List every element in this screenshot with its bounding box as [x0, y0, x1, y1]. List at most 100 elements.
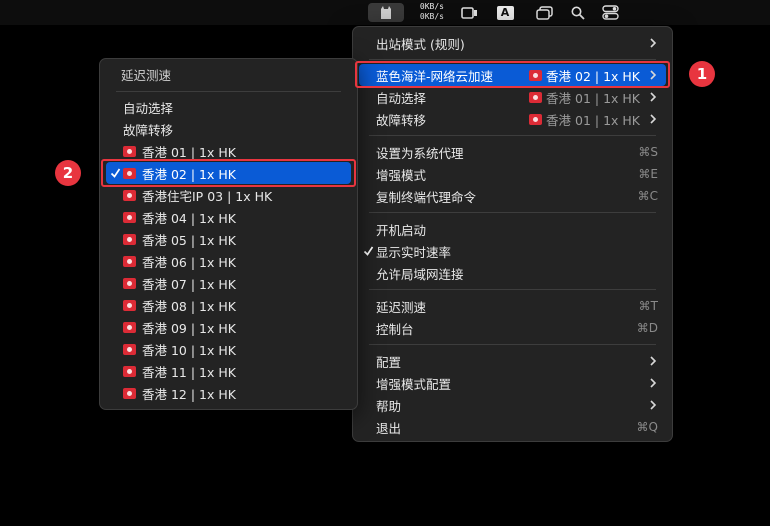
submenu-failover-label: 故障转移 [123, 122, 174, 138]
set-system-proxy-label: 设置为系统代理 [376, 145, 464, 161]
menu-item-outbound-mode[interactable]: 出站模式 (规则) [359, 32, 666, 54]
shortcut-text: ⌘Q [636, 420, 658, 434]
hk-flag-icon [123, 189, 136, 201]
separator [369, 59, 656, 60]
separator [369, 289, 656, 290]
proxy-node-label: 香港 05 | 1x HK [142, 232, 236, 248]
menu-item-quit[interactable]: 退出 ⌘Q [359, 416, 666, 438]
submenu-item-failover[interactable]: 故障转移 [106, 118, 351, 140]
proxy-node-submenu: 延迟测速 自动选择 故障转移 香港 01 | 1x HK 香港 02 | 1x H… [99, 58, 358, 410]
hk-flag-icon [123, 365, 136, 377]
hk-flag-icon [123, 233, 136, 245]
chevron-right-icon [650, 114, 657, 124]
annotation-box-1 [355, 61, 670, 88]
enhanced-mode-label: 增强模式 [376, 167, 427, 183]
hk-flag-icon [123, 299, 136, 311]
submenu-auto-select-label: 自动选择 [123, 100, 174, 116]
menu-item-config[interactable]: 配置 [359, 350, 666, 372]
menu-item-launch-at-login[interactable]: 开机启动 [359, 218, 666, 240]
proxy-node-label: 香港 11 | 1x HK [142, 364, 236, 380]
menu-item-copy-terminal-command[interactable]: 复制终端代理命令 ⌘C [359, 185, 666, 207]
video-icon[interactable] [458, 3, 480, 22]
hk-flag-icon [529, 113, 543, 125]
proxy-node-label: 香港 04 | 1x HK [142, 210, 236, 226]
submenu-item-latency-test[interactable]: 延迟测速 [106, 63, 351, 85]
separator [369, 212, 656, 213]
hk-flag-icon [123, 387, 136, 399]
download-speed: 0KB/s [419, 12, 444, 21]
menu-bar: 0KB/s 0KB/s A [0, 0, 770, 25]
auto-select-value: 香港 01 | 1x HK [546, 90, 640, 106]
chevron-right-icon [650, 356, 657, 366]
submenu-latency-label: 延迟测速 [121, 67, 172, 83]
chevron-right-icon [650, 400, 657, 410]
separator [369, 344, 656, 345]
proxy-node-item[interactable]: 香港 10 | 1x HK [106, 338, 351, 360]
failover-value: 香港 01 | 1x HK [546, 112, 640, 128]
show-speed-label: 显示实时速率 [376, 244, 452, 260]
menu-item-latency-test[interactable]: 延迟测速 ⌘T [359, 295, 666, 317]
clashx-main-menu: 出站模式 (规则) 蓝色海洋-网络云加速 香港 02 | 1x HK 自动选择 … [352, 26, 673, 442]
search-icon[interactable] [568, 3, 588, 22]
clashx-cat-icon[interactable] [368, 3, 404, 22]
proxy-node-label: 香港 06 | 1x HK [142, 254, 236, 270]
annotation-box-2 [101, 159, 356, 187]
input-source-label: A [496, 5, 514, 20]
shortcut-text: ⌘C [637, 189, 658, 203]
help-label: 帮助 [376, 398, 402, 414]
menu-item-enhanced-config[interactable]: 增强模式配置 [359, 372, 666, 394]
quit-label: 退出 [376, 420, 402, 436]
outbound-mode-label: 出站模式 (规则) [376, 36, 465, 52]
auto-select-label: 自动选择 [376, 90, 427, 106]
separator [116, 91, 341, 92]
menu-item-auto-select[interactable]: 自动选择 香港 01 | 1x HK [359, 86, 666, 108]
proxy-node-item[interactable]: 香港 09 | 1x HK [106, 316, 351, 338]
proxy-node-item[interactable]: 香港 08 | 1x HK [106, 294, 351, 316]
speed-readout: 0KB/s 0KB/s [408, 2, 444, 22]
proxy-node-item[interactable]: 香港 07 | 1x HK [106, 272, 351, 294]
hk-flag-icon [529, 91, 543, 103]
proxy-node-item[interactable]: 香港 11 | 1x HK [106, 360, 351, 382]
chevron-right-icon [650, 38, 657, 48]
menu-item-show-speed[interactable]: 显示实时速率 [359, 240, 666, 262]
shortcut-text: ⌘D [636, 321, 658, 335]
proxy-node-item[interactable]: 香港住宅IP 03 | 1x HK [106, 184, 351, 206]
proxy-node-label: 香港 09 | 1x HK [142, 320, 236, 336]
proxy-node-item[interactable]: 香港 04 | 1x HK [106, 206, 351, 228]
proxy-node-label: 香港 08 | 1x HK [142, 298, 236, 314]
proxy-node-label: 香港住宅IP 03 | 1x HK [142, 188, 273, 204]
launch-at-login-label: 开机启动 [376, 222, 427, 238]
chevron-right-icon [650, 92, 657, 102]
shortcut-text: ⌘T [638, 299, 658, 313]
proxy-node-label: 香港 01 | 1x HK [142, 144, 236, 160]
hk-flag-icon [123, 343, 136, 355]
copy-terminal-label: 复制终端代理命令 [376, 189, 477, 205]
checkmark-icon [363, 246, 374, 256]
menu-item-set-system-proxy[interactable]: 设置为系统代理 ⌘S [359, 141, 666, 163]
input-source-icon[interactable]: A [494, 3, 516, 22]
hk-flag-icon [123, 277, 136, 289]
hk-flag-icon [123, 321, 136, 333]
latency-test-label: 延迟测速 [376, 299, 427, 315]
menu-item-help[interactable]: 帮助 [359, 394, 666, 416]
annotation-badge-2: 2 [55, 160, 81, 186]
control-center-icon[interactable] [599, 3, 621, 22]
proxy-node-label: 香港 07 | 1x HK [142, 276, 236, 292]
upload-speed: 0KB/s [419, 2, 444, 11]
hk-flag-icon [123, 145, 136, 157]
hk-flag-icon [123, 255, 136, 267]
separator [369, 135, 656, 136]
menu-item-failover[interactable]: 故障转移 香港 01 | 1x HK [359, 108, 666, 130]
proxy-node-item[interactable]: 香港 12 | 1x HK [106, 382, 351, 404]
proxy-node-item[interactable]: 香港 05 | 1x HK [106, 228, 351, 250]
proxy-node-item[interactable]: 香港 06 | 1x HK [106, 250, 351, 272]
dashboard-label: 控制台 [376, 321, 414, 337]
proxy-node-label: 香港 12 | 1x HK [142, 386, 236, 402]
menu-item-allow-lan[interactable]: 允许局域网连接 [359, 262, 666, 284]
windows-icon[interactable] [533, 3, 555, 22]
menu-item-enhanced-mode[interactable]: 增强模式 ⌘E [359, 163, 666, 185]
shortcut-text: ⌘E [638, 167, 658, 181]
submenu-item-auto-select[interactable]: 自动选择 [106, 96, 351, 118]
shortcut-text: ⌘S [638, 145, 658, 159]
menu-item-dashboard[interactable]: 控制台 ⌘D [359, 317, 666, 339]
